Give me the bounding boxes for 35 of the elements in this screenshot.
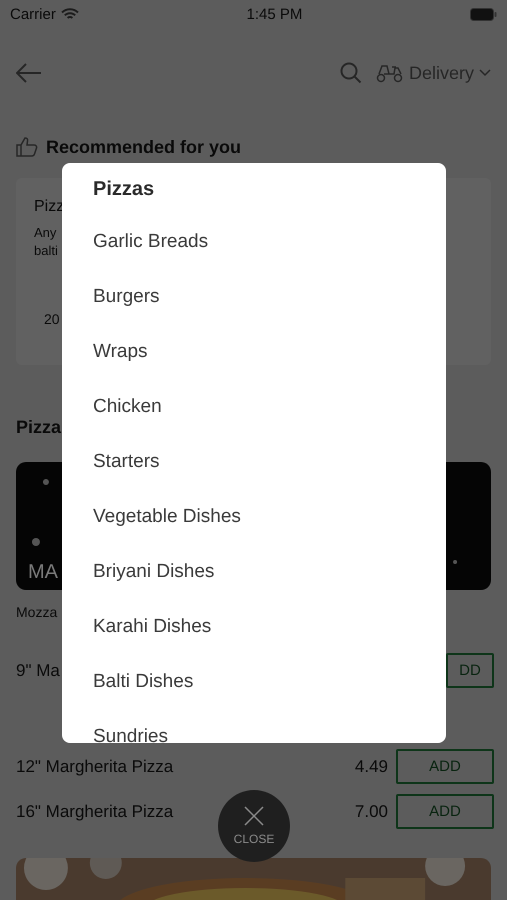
close-button[interactable]: CLOSE: [218, 790, 290, 862]
item-name: Pizz: [34, 198, 64, 216]
menu-item[interactable]: Karahi Dishes: [93, 616, 212, 638]
thumbs-up-icon: [16, 137, 38, 157]
menu-item[interactable]: Wraps: [93, 340, 148, 362]
scooter-icon[interactable]: [376, 63, 404, 83]
menu-item[interactable]: Balti Dishes: [93, 670, 194, 692]
menu-title: Pizzas: [93, 178, 154, 200]
clock-time: 1:45 PM: [246, 6, 302, 22]
menu-item[interactable]: Vegetable Dishes: [93, 506, 241, 528]
back-arrow-icon[interactable]: [16, 63, 42, 83]
item-name: 9" Ma: [16, 660, 60, 680]
menu-item[interactable]: Starters: [93, 450, 160, 472]
category-description: Mozza: [15, 604, 58, 620]
item-name: 12" Margherita Pizza: [16, 756, 174, 776]
menu-item[interactable]: Briyani Dishes: [93, 560, 214, 582]
wifi-icon: [60, 8, 79, 20]
section-title: Recommended for you: [46, 136, 242, 158]
item-description: balti: [34, 242, 58, 260]
item-price: 20: [44, 311, 60, 327]
item-name: 16" Margherita Pizza: [16, 802, 174, 822]
item-price: 7.00: [354, 802, 388, 822]
menu-item[interactable]: Sundries: [93, 726, 168, 743]
battery-icon: [470, 8, 497, 20]
carrier-label: Carrier: [10, 6, 56, 22]
close-icon: [244, 806, 264, 826]
chevron-down-icon[interactable]: [479, 69, 491, 77]
category-title: Pizza: [15, 417, 62, 439]
menu-item[interactable]: Garlic Breads: [93, 230, 208, 252]
menu-item[interactable]: Burgers: [93, 286, 160, 308]
search-icon[interactable]: [340, 62, 362, 84]
item-price: 4.49: [354, 756, 388, 776]
banner-label: MA: [28, 561, 58, 584]
item-description: Any: [34, 224, 56, 242]
menu-item[interactable]: Chicken: [93, 396, 162, 418]
